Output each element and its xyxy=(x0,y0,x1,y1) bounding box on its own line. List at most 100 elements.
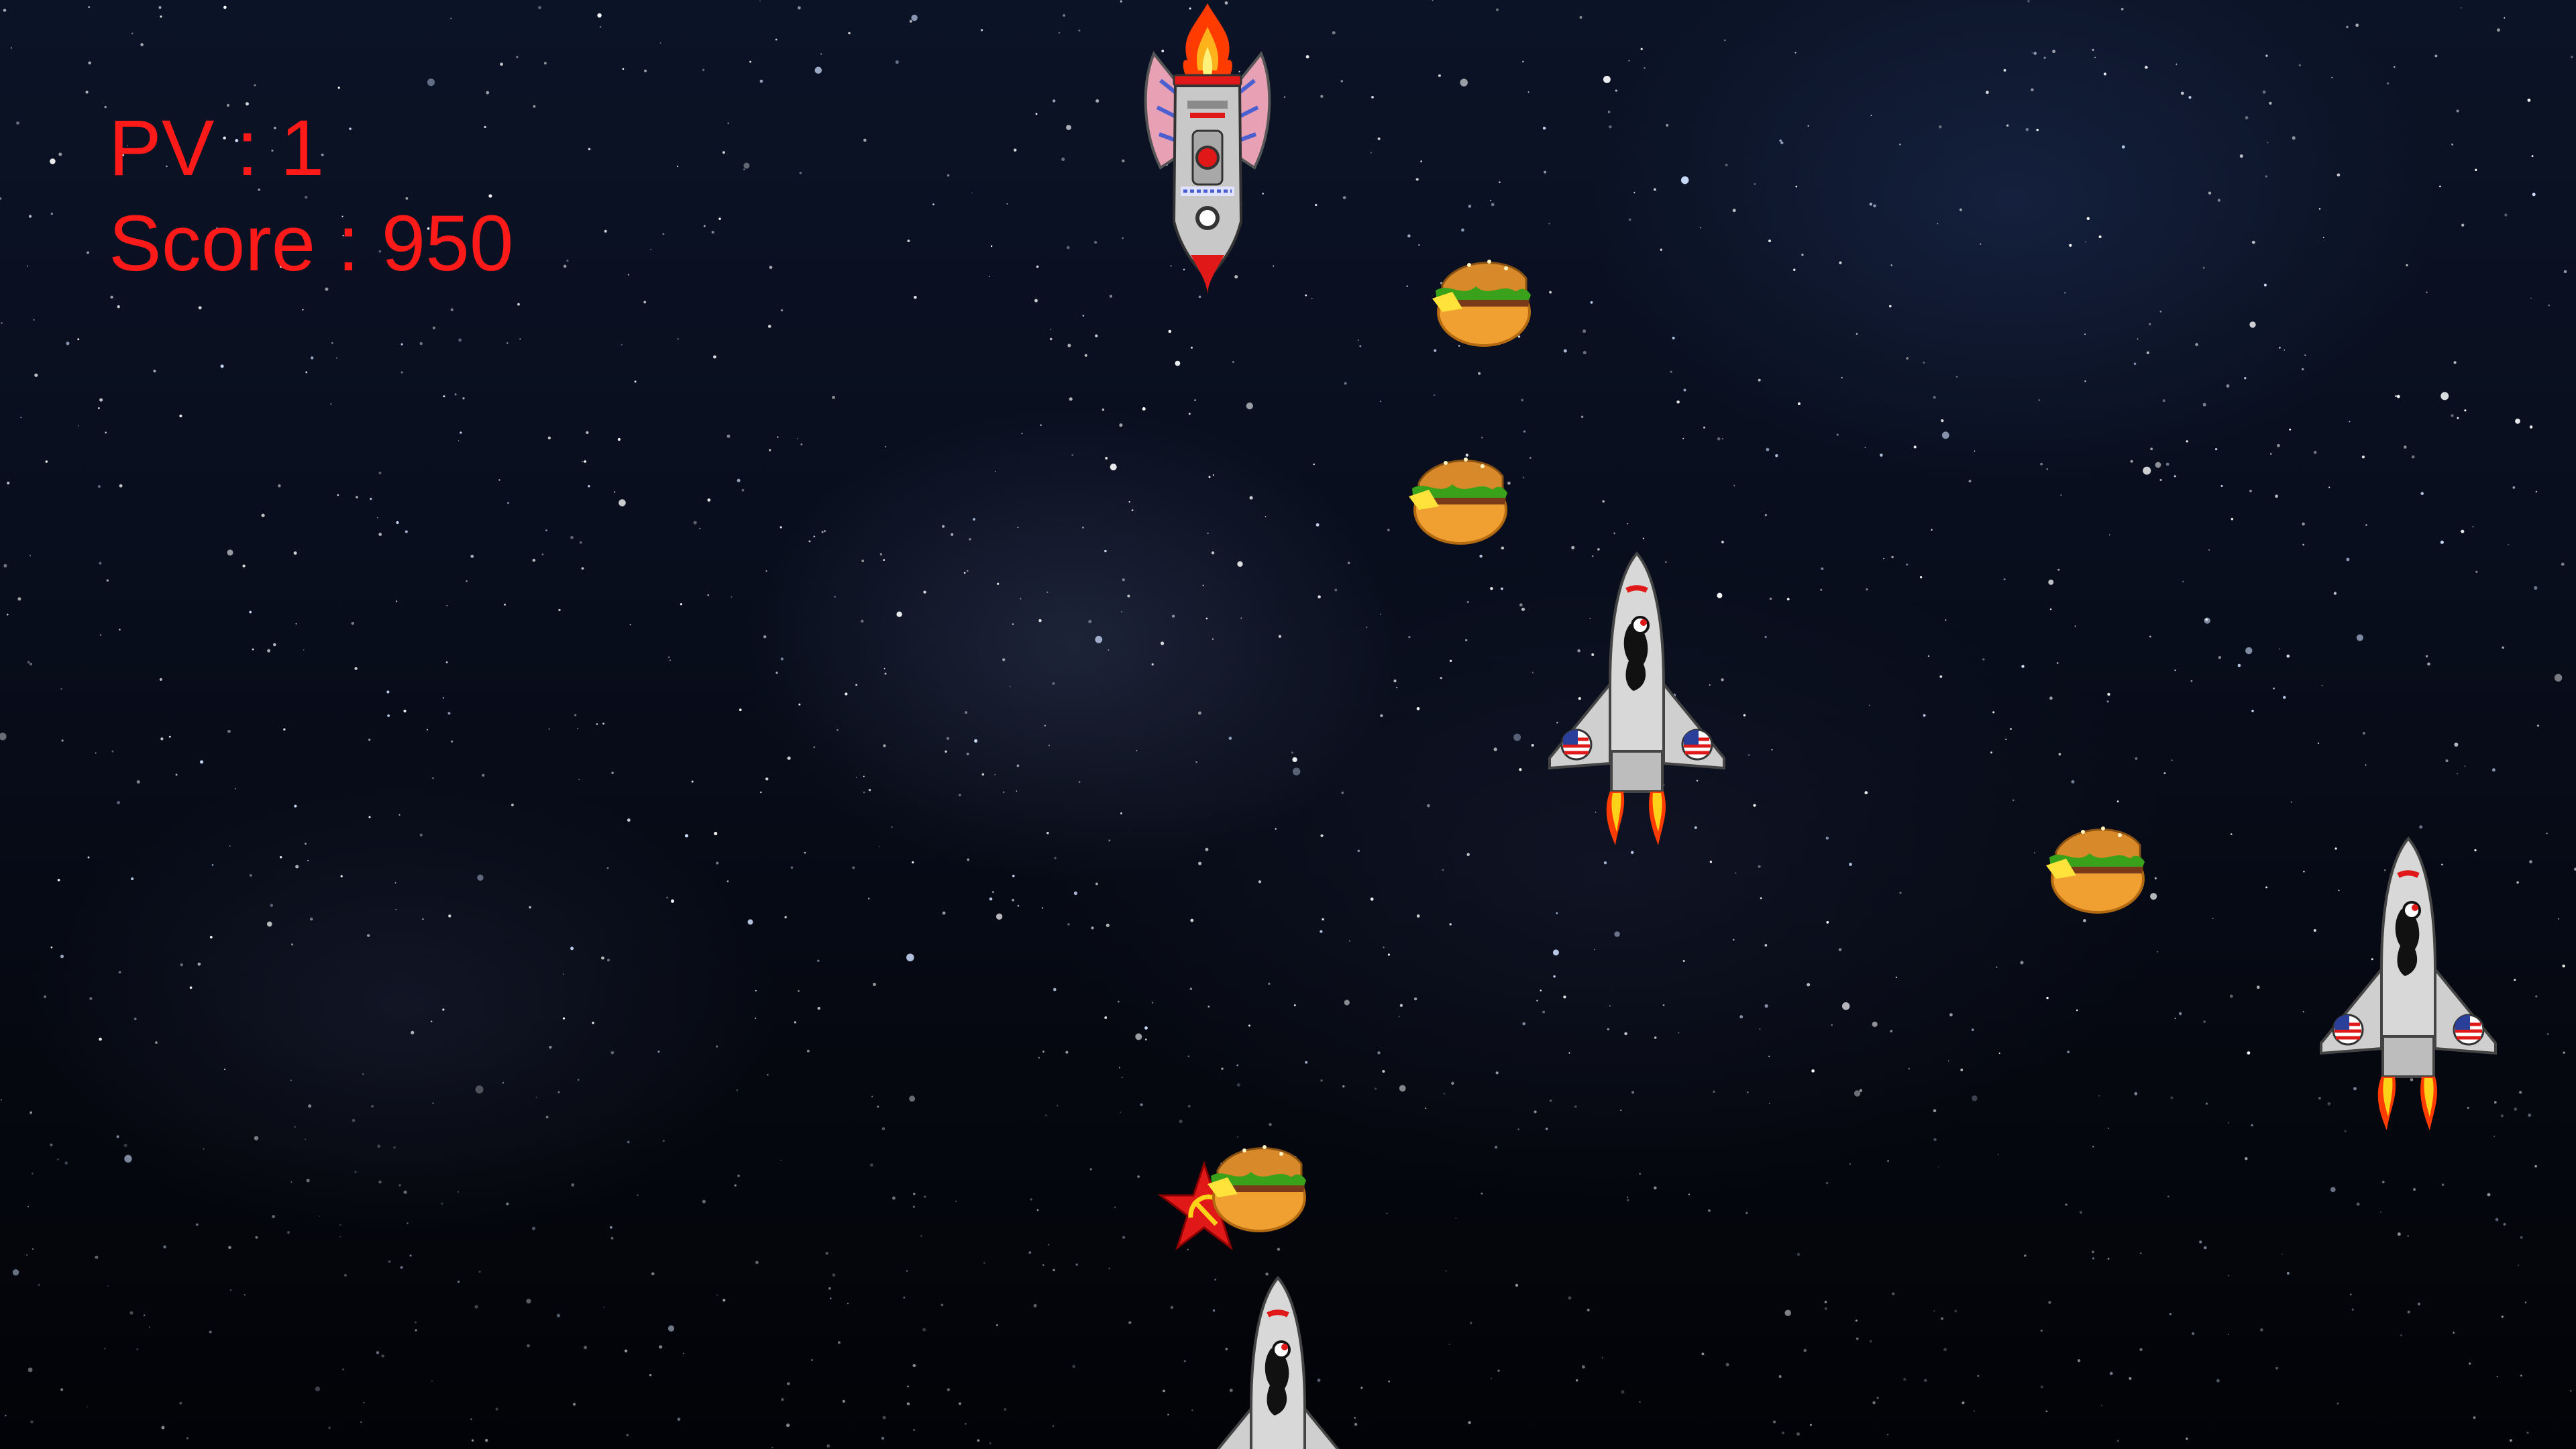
star xyxy=(643,301,647,304)
star xyxy=(2290,801,2292,803)
star xyxy=(1198,861,1202,865)
star xyxy=(2275,1366,2278,1370)
star xyxy=(2563,1051,2565,1054)
star xyxy=(855,777,857,779)
star xyxy=(2020,961,2024,965)
star xyxy=(2139,1348,2143,1351)
star xyxy=(87,251,89,254)
star xyxy=(158,6,162,9)
star xyxy=(224,1069,226,1071)
star xyxy=(136,1348,139,1350)
star xyxy=(450,308,453,311)
star xyxy=(2204,617,2210,624)
star xyxy=(1393,679,1397,683)
star xyxy=(343,1273,347,1277)
star xyxy=(99,561,102,565)
star xyxy=(2563,270,2567,274)
star xyxy=(1387,529,1390,531)
star xyxy=(794,1021,796,1024)
star xyxy=(445,661,448,663)
star xyxy=(395,908,397,911)
star xyxy=(834,596,837,598)
star xyxy=(306,1179,310,1183)
star xyxy=(909,1095,916,1102)
star xyxy=(2045,1410,2048,1413)
star xyxy=(2302,368,2304,371)
star xyxy=(1873,204,1876,208)
enemy-shuttle[interactable] xyxy=(1543,550,1731,845)
star xyxy=(123,1143,127,1147)
star xyxy=(1104,549,1107,553)
star xyxy=(50,1143,53,1146)
star xyxy=(1359,345,1362,347)
star xyxy=(545,1116,549,1119)
star xyxy=(2322,236,2324,238)
star xyxy=(562,1017,566,1020)
star xyxy=(2515,419,2520,424)
star xyxy=(1188,413,1191,415)
star xyxy=(545,529,547,531)
star xyxy=(3,564,7,568)
star xyxy=(1743,714,1746,716)
game-scene[interactable]: PV : 1 Score : 950 xyxy=(0,0,2576,1449)
enemy-shuttle[interactable] xyxy=(1184,1275,1372,1449)
star xyxy=(907,1385,909,1388)
star xyxy=(1899,892,1902,894)
star xyxy=(305,371,308,374)
star xyxy=(1699,227,1702,229)
player-rocket[interactable] xyxy=(1134,0,1281,302)
star xyxy=(1807,983,1811,987)
star xyxy=(337,494,339,496)
star xyxy=(581,567,584,570)
star xyxy=(604,229,607,233)
star xyxy=(2496,28,2500,32)
star xyxy=(2365,764,2367,766)
star xyxy=(2056,662,2059,664)
star xyxy=(98,407,100,409)
star xyxy=(1515,1283,1519,1287)
star xyxy=(1786,598,1790,600)
star xyxy=(2350,1293,2352,1295)
star xyxy=(2186,440,2188,443)
star xyxy=(186,1437,189,1440)
star xyxy=(941,1303,944,1307)
star xyxy=(2218,655,2222,659)
star xyxy=(1095,635,1103,643)
star xyxy=(1221,1067,1224,1070)
star xyxy=(1997,1154,1999,1156)
star xyxy=(573,1403,576,1406)
star xyxy=(990,245,993,248)
star xyxy=(2167,1195,2169,1198)
star xyxy=(531,1226,536,1230)
star xyxy=(1933,1310,1935,1312)
star xyxy=(563,264,567,268)
star xyxy=(1924,1379,1927,1383)
star xyxy=(2363,732,2365,735)
star xyxy=(2487,1193,2491,1197)
star xyxy=(2531,155,2534,158)
star xyxy=(2461,223,2465,227)
star xyxy=(1311,298,1313,299)
star xyxy=(33,319,35,321)
star xyxy=(797,6,801,10)
star xyxy=(1794,52,1796,54)
star xyxy=(50,158,56,164)
star xyxy=(279,856,282,859)
star xyxy=(848,32,851,35)
star xyxy=(541,553,544,555)
star xyxy=(104,105,107,109)
star xyxy=(1481,436,1483,439)
star xyxy=(716,1294,718,1296)
star xyxy=(1899,144,1901,146)
star xyxy=(1708,1209,1711,1212)
star xyxy=(77,425,80,427)
star xyxy=(235,788,236,790)
star xyxy=(1666,123,1669,127)
enemy-shuttle[interactable] xyxy=(2314,835,2502,1130)
star xyxy=(2491,768,2496,772)
star xyxy=(996,1324,998,1326)
star xyxy=(2317,742,2320,745)
star xyxy=(1542,1010,1546,1014)
star xyxy=(88,61,91,65)
star xyxy=(376,1351,380,1354)
